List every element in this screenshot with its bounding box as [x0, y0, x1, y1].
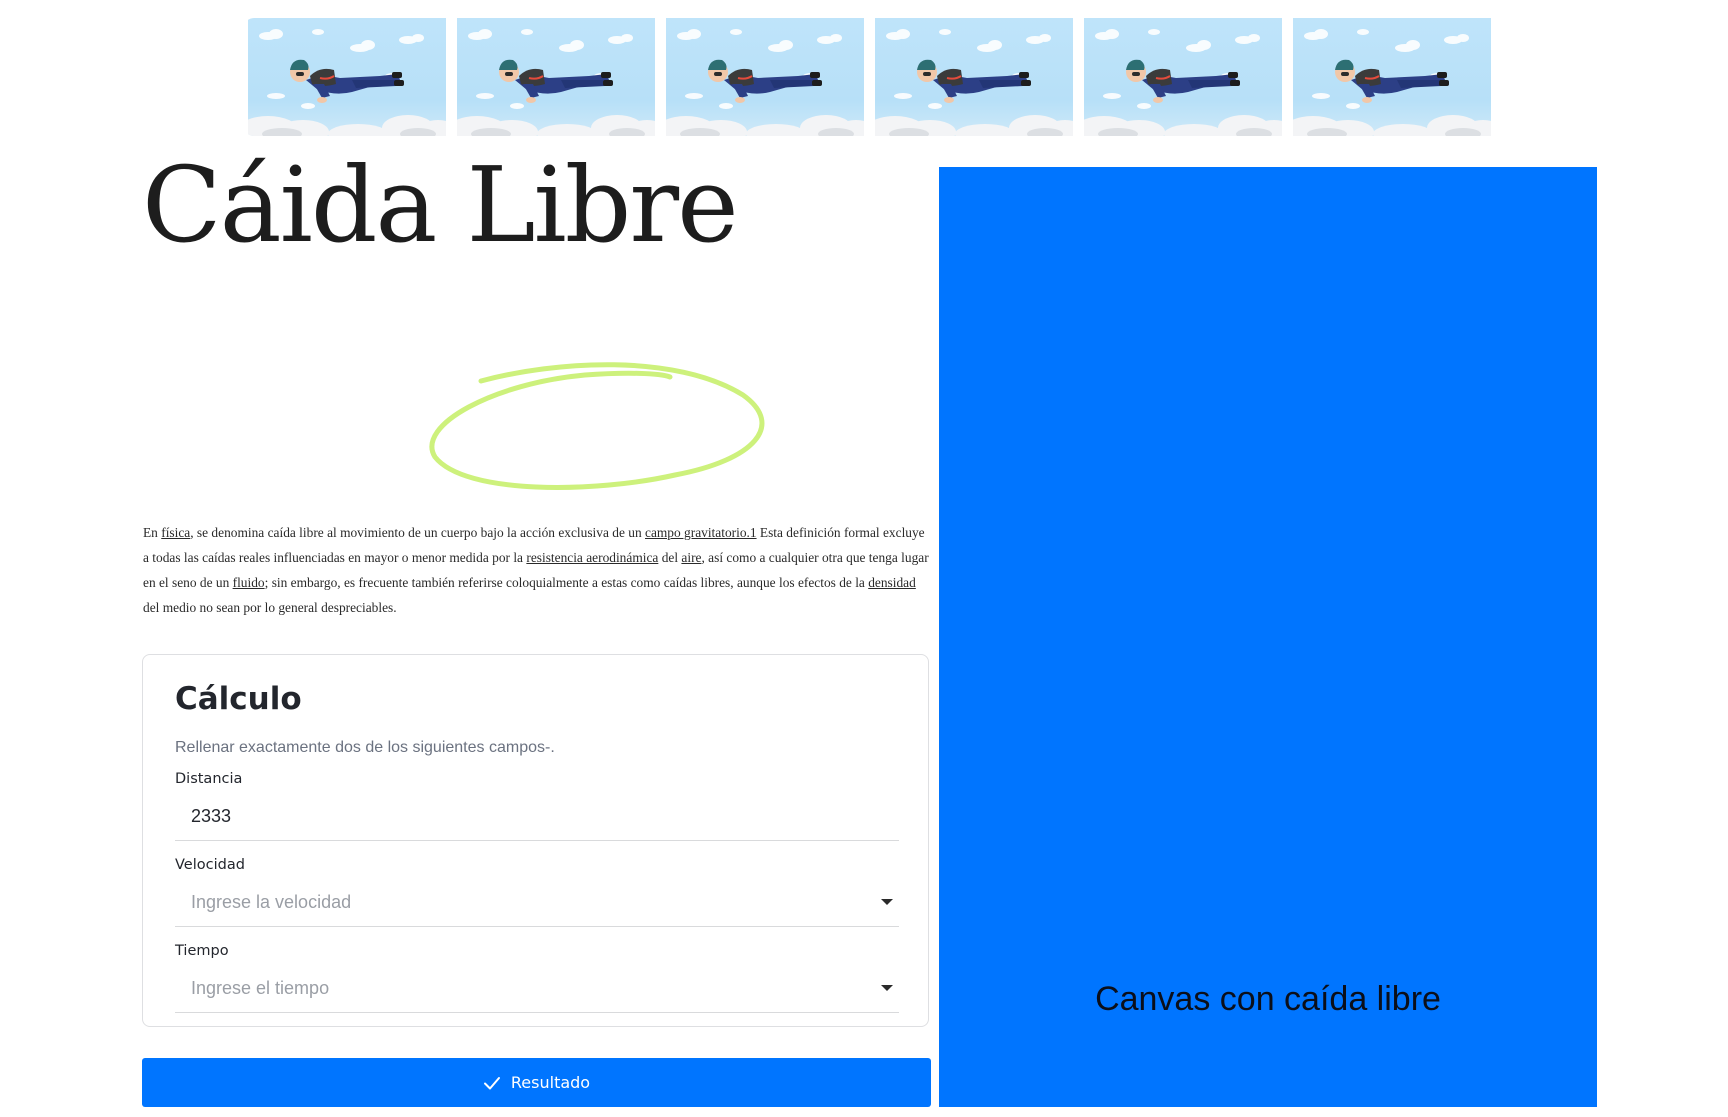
skydiver-icon — [248, 29, 446, 136]
time-field — [175, 965, 899, 1013]
time-input[interactable] — [175, 965, 899, 1011]
check-icon — [483, 1076, 500, 1089]
intro-paragraph: En física, se denomina caída libre al mo… — [143, 525, 929, 615]
image-strip — [244, 18, 1503, 136]
skydiver-image — [1293, 18, 1491, 136]
time-label: Tiempo — [175, 943, 229, 959]
distance-input[interactable] — [175, 793, 899, 839]
velocity-input[interactable] — [175, 879, 899, 925]
scribble-decoration — [429, 362, 765, 490]
calc-hint: Rellenar exactamente dos de los siguient… — [175, 739, 555, 756]
page-title: Cáida Libre — [142, 144, 739, 266]
link-campo-gravitatorio[interactable]: campo gravitatorio — [645, 525, 747, 540]
skydiver-image — [666, 18, 864, 136]
skydiver-image — [1084, 18, 1282, 136]
result-button[interactable]: Resultado — [142, 1058, 931, 1107]
link-fluido[interactable]: fluido — [233, 575, 265, 590]
skydiver-icon — [875, 29, 1073, 136]
skydiver-icon — [666, 29, 864, 136]
skydiver-icon — [1084, 29, 1282, 136]
chevron-down-icon[interactable] — [881, 899, 893, 905]
link-resistencia-aerodinamica[interactable]: resistencia aerodinámica — [526, 550, 658, 565]
link-densidad[interactable]: densidad — [868, 575, 916, 590]
link-fisica[interactable]: física — [161, 525, 190, 540]
result-button-label: Resultado — [510, 1073, 591, 1092]
skydiver-icon — [457, 29, 655, 136]
calc-title: Cálculo — [175, 681, 302, 717]
canvas-label: Canvas con caída libre — [1095, 980, 1441, 1018]
skydiver-icon — [1293, 29, 1491, 136]
velocity-field — [175, 879, 899, 927]
distance-field — [175, 793, 899, 841]
skydiver-image — [875, 18, 1073, 136]
skydiver-image — [457, 18, 655, 136]
canvas-panel[interactable]: Canvas con caída libre — [939, 167, 1597, 1107]
velocity-label: Velocidad — [175, 857, 245, 873]
skydiver-image — [248, 18, 446, 136]
link-aire[interactable]: aire — [681, 550, 701, 565]
calc-card: Cálculo Rellenar exactamente dos de los … — [142, 654, 929, 1027]
distance-label: Distancia — [175, 771, 243, 787]
link-reference-1[interactable]: .1 — [747, 525, 757, 540]
chevron-down-icon[interactable] — [881, 985, 893, 991]
